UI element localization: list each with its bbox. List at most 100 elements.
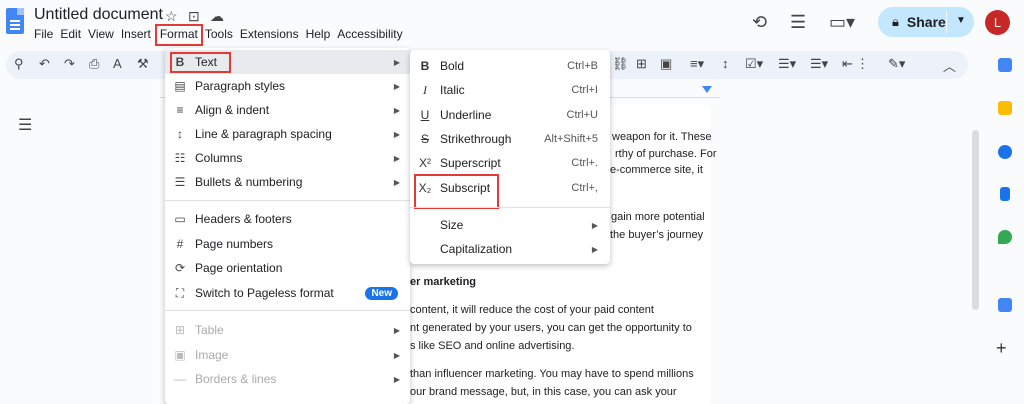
text-item-italic[interactable]: I Italic Ctrl+I	[410, 78, 610, 102]
share-label: Share	[906, 14, 946, 30]
image-icon: ▣	[174, 348, 186, 362]
hash-icon: #	[176, 237, 184, 251]
workspace-addon-icon[interactable]	[998, 298, 1012, 312]
menu-item-label: Superscript	[440, 156, 501, 170]
docs-logo-icon[interactable]	[6, 8, 24, 34]
insert-image-icon[interactable]: ▣	[660, 56, 672, 72]
star-icon[interactable]: ☆	[165, 8, 178, 25]
more-vert-icon[interactable]: ⋮	[856, 56, 869, 72]
doc-line: gain more potential	[611, 211, 705, 223]
history-icon[interactable]: ⟲	[752, 12, 767, 33]
scrollbar[interactable]	[972, 130, 979, 310]
redo-icon[interactable]: ↷	[64, 56, 75, 72]
italic-icon: I	[423, 82, 427, 97]
format-item-line-spacing[interactable]: ↕ Line & paragraph spacing ▶	[165, 122, 410, 146]
menu-edit[interactable]: Edit	[60, 27, 87, 43]
doc-line: our brand message, but, in this case, yo…	[410, 386, 677, 398]
text-item-capitalization[interactable]: Capitalization ▶	[410, 237, 610, 261]
menu-insert[interactable]: Insert	[121, 27, 157, 43]
format-item-page-numbers[interactable]: # Page numbers	[165, 232, 410, 256]
format-item-image: ▣ Image ▶	[165, 343, 410, 367]
menu-help[interactable]: Help	[306, 27, 337, 43]
format-item-columns[interactable]: ☷ Columns ▶	[165, 146, 410, 170]
doc-heading: er marketing	[410, 276, 477, 288]
indent-icon[interactable]: ⇤	[842, 56, 853, 72]
submenu-arrow-icon: ▶	[393, 57, 400, 67]
format-item-bullets[interactable]: ☰ Bullets & numbering ▶	[165, 170, 410, 194]
bulleted-list-icon[interactable]: ☰▾	[778, 56, 796, 72]
paint-format-icon[interactable]: ⚒	[137, 56, 149, 72]
menu-format[interactable]: Format	[154, 24, 203, 46]
menu-item-label: Borders & lines	[195, 372, 277, 386]
undo-icon[interactable]: ↶	[39, 56, 50, 72]
chevron-up-icon[interactable]: ︿	[943, 56, 956, 75]
align-icon[interactable]: ≡▾	[690, 56, 704, 72]
format-item-borders: — Borders & lines ▶	[165, 367, 410, 391]
ruler-indent-marker[interactable]	[702, 86, 712, 93]
menu-file[interactable]: File	[34, 27, 59, 43]
text-item-strikethrough[interactable]: S Strikethrough Alt+Shift+5	[410, 127, 610, 151]
document-title[interactable]: Untitled document	[34, 6, 163, 24]
format-item-paragraph-styles[interactable]: ▤ Paragraph styles ▶	[165, 74, 410, 98]
menu-divider	[165, 310, 410, 311]
shortcut: Ctrl+B	[567, 60, 598, 72]
menu-divider	[165, 200, 410, 201]
calendar-icon[interactable]	[998, 58, 1012, 72]
cloud-status-icon[interactable]: ☁	[210, 8, 224, 25]
menu-view[interactable]: View	[88, 27, 120, 43]
line-spacing-icon[interactable]: ↕	[722, 56, 729, 71]
share-divider	[946, 11, 947, 33]
submenu-arrow-icon: ▶	[393, 350, 400, 360]
menu-item-label: Switch to Pageless format	[195, 286, 334, 300]
menu-item-label: Strikethrough	[440, 132, 512, 146]
move-folder-icon[interactable]: ⊡	[188, 8, 200, 25]
text-item-underline[interactable]: U Underline Ctrl+U	[410, 103, 610, 127]
doc-line: content, it will reduce the cost of your…	[410, 304, 654, 316]
editing-mode-icon[interactable]: ✎▾	[888, 56, 905, 72]
format-item-pageless[interactable]: ⛶ Switch to Pageless format New	[165, 281, 410, 305]
meet-icon[interactable]: ▭▾	[829, 12, 855, 33]
menu-item-label: Capitalization	[440, 242, 513, 256]
submenu-arrow-icon: ▶	[393, 105, 400, 115]
menu-extensions[interactable]: Extensions	[240, 27, 305, 43]
text-item-superscript[interactable]: X² Superscript Ctrl+.	[410, 151, 610, 175]
format-item-page-orientation[interactable]: ⟳ Page orientation	[165, 256, 410, 280]
lock-icon: 🔒︎	[892, 14, 899, 29]
maps-icon[interactable]	[998, 230, 1012, 244]
text-item-size[interactable]: Size ▶	[410, 213, 610, 237]
avatar[interactable]: L	[985, 10, 1010, 35]
doc-line: than influencer marketing. You may have …	[410, 368, 694, 380]
outline-icon[interactable]: ☰	[18, 115, 32, 135]
menu-accessibility[interactable]: Accessibility	[337, 27, 408, 43]
format-item-headers-footers[interactable]: ▭ Headers & footers	[165, 207, 410, 231]
add-comment-icon[interactable]: ⊞	[636, 56, 647, 72]
menu-bar: File Edit View Insert Format Tools Exten…	[34, 24, 410, 46]
print-icon[interactable]: ⎙	[89, 56, 99, 72]
contacts-icon[interactable]	[1000, 187, 1010, 201]
tasks-icon[interactable]	[998, 145, 1012, 159]
page-orientation-icon: ⟳	[174, 261, 186, 275]
share-button[interactable]: 🔒︎ Share ▼	[878, 7, 974, 37]
numbered-list-icon[interactable]: ☰▾	[810, 56, 828, 72]
text-item-bold[interactable]: B Bold Ctrl+B	[410, 54, 610, 78]
format-item-align-indent[interactable]: ≡ Align & indent ▶	[165, 98, 410, 122]
spellcheck-icon[interactable]: A	[113, 56, 122, 71]
highlight-box	[414, 174, 499, 209]
chevron-down-icon[interactable]: ▼	[956, 15, 966, 26]
shortcut: Ctrl+.	[571, 157, 598, 169]
link-icon[interactable]: ⛓	[612, 56, 629, 72]
comment-icon[interactable]: ☰	[790, 12, 806, 33]
submenu-arrow-icon: ▶	[591, 244, 598, 254]
search-icon[interactable]: ⚲	[14, 56, 24, 72]
keep-icon[interactable]	[998, 101, 1012, 115]
plus-icon[interactable]: +	[996, 338, 1007, 359]
highlight-box	[170, 52, 231, 73]
text-submenu: B Bold Ctrl+B I Italic Ctrl+I U Underlin…	[410, 50, 610, 264]
format-menu: B Text ▶ ▤ Paragraph styles ▶ ≡ Align & …	[165, 48, 410, 404]
checklist-icon[interactable]: ☑▾	[745, 56, 763, 72]
menu-item-label: Size	[440, 218, 464, 232]
borders-icon: —	[174, 372, 186, 386]
line-spacing-icon: ↕	[177, 127, 183, 141]
menu-tools[interactable]: Tools	[205, 27, 239, 43]
bullets-icon: ☰	[174, 175, 186, 189]
